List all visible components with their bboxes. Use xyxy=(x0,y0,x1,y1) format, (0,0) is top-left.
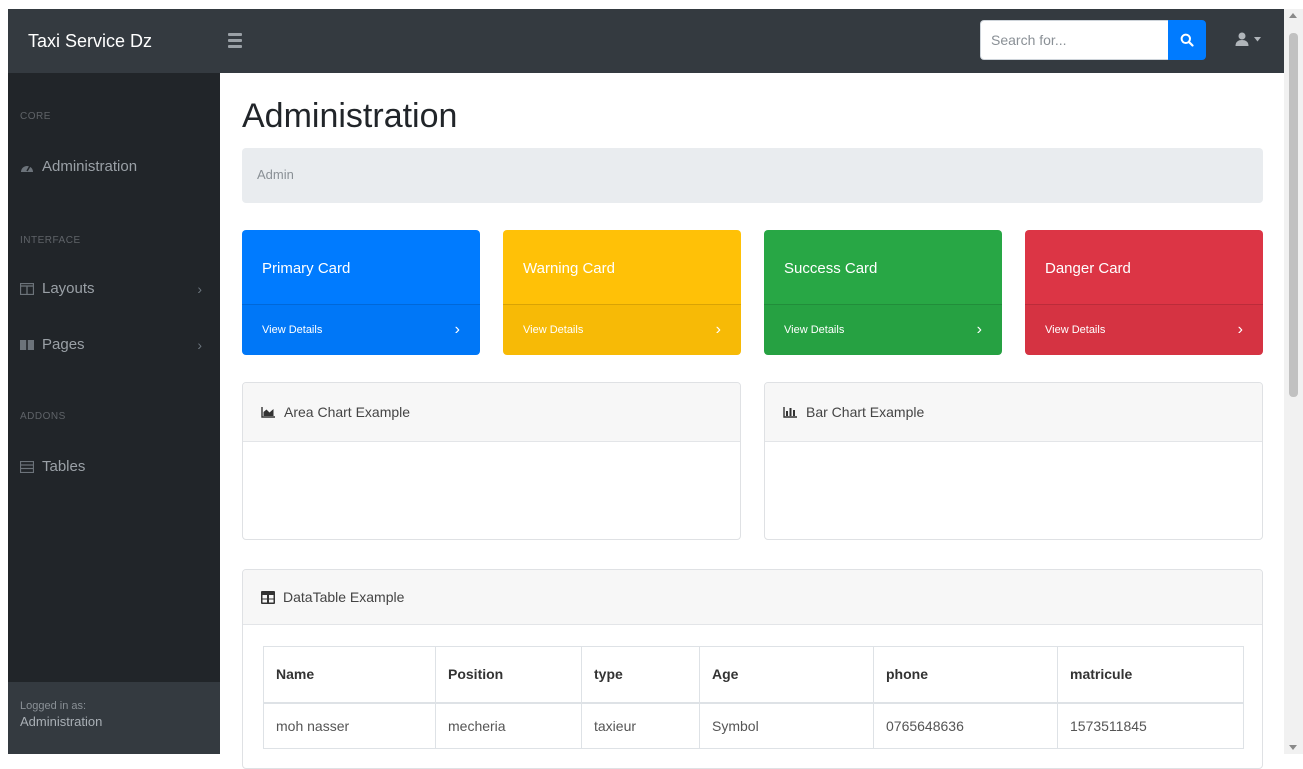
data-table: Name Position type Age phone matricule m… xyxy=(263,646,1244,749)
table-cell-matricule: 1573511845 xyxy=(1057,702,1244,749)
table-cell-position: mecheria xyxy=(435,702,582,749)
chevron-right-icon: › xyxy=(976,321,982,338)
bar-chart-title: Bar Chart Example xyxy=(806,404,925,420)
bar-chart-card: Bar Chart Example xyxy=(764,382,1263,540)
view-details-link[interactable]: View Details › xyxy=(503,304,741,355)
search-input[interactable] xyxy=(980,20,1168,60)
chevron-right-icon: › xyxy=(197,280,202,297)
scroll-up-arrow-icon[interactable] xyxy=(1289,13,1297,18)
card-title: Danger Card xyxy=(1045,260,1131,277)
warning-card: Warning Card View Details › xyxy=(503,230,741,355)
danger-card: Danger Card View Details › xyxy=(1025,230,1263,355)
column-header-phone[interactable]: phone xyxy=(873,646,1058,704)
view-details-label: View Details xyxy=(1045,324,1106,336)
card-title: Success Card xyxy=(784,260,878,277)
main-content: Administration Admin Primary Card View D… xyxy=(220,73,1284,769)
datatable-header: DataTable Example xyxy=(243,570,1262,625)
column-header-type[interactable]: type xyxy=(581,646,700,704)
table-cell-age: Symbol xyxy=(699,702,874,749)
search-icon xyxy=(1180,33,1194,47)
scroll-down-arrow-icon[interactable] xyxy=(1289,745,1297,750)
user-icon xyxy=(1235,32,1249,46)
breadcrumb: Admin xyxy=(242,148,1263,203)
book-open-icon xyxy=(20,339,34,350)
datatable-card: DataTable Example Name Position type Age… xyxy=(242,569,1263,769)
table-header-row: Name Position type Age phone matricule xyxy=(263,646,1244,704)
sidebar-item-pages[interactable]: Pages › xyxy=(20,336,212,353)
vertical-scrollbar[interactable] xyxy=(1284,9,1303,754)
sidebar-footer: Logged in as: Administration xyxy=(8,682,220,754)
top-navbar: Taxi Service Dz xyxy=(8,9,1284,73)
area-chart-header: Area Chart Example xyxy=(243,383,740,442)
breadcrumb-item-admin: Admin xyxy=(257,167,294,182)
page-title: Administration xyxy=(242,97,458,135)
browser-viewport: Taxi Service Dz Core xyxy=(0,0,1303,769)
primary-card: Primary Card View Details › xyxy=(242,230,480,355)
card-title: Warning Card xyxy=(523,260,615,277)
search-button[interactable] xyxy=(1168,20,1206,60)
datatable-title: DataTable Example xyxy=(283,589,405,605)
sidebar: Core Administration Interface Layouts › xyxy=(8,73,220,754)
column-header-age[interactable]: Age xyxy=(699,646,874,704)
scrollbar-thumb[interactable] xyxy=(1289,33,1298,397)
sidebar-item-tables[interactable]: Tables xyxy=(20,458,212,475)
logged-in-label: Logged in as: xyxy=(20,700,87,712)
table-icon xyxy=(261,590,275,604)
logged-in-user: Administration xyxy=(20,714,103,729)
sidebar-heading-interface: Interface xyxy=(20,235,81,246)
sidebar-item-label: Pages xyxy=(42,336,85,353)
table-icon xyxy=(20,460,34,473)
chevron-right-icon: › xyxy=(454,321,460,338)
chevron-right-icon: › xyxy=(1237,321,1243,338)
sidebar-heading-addons: Addons xyxy=(20,411,66,422)
column-header-name[interactable]: Name xyxy=(263,646,436,704)
view-details-label: View Details xyxy=(262,324,323,336)
table-cell-type: taxieur xyxy=(581,702,700,749)
sidebar-item-label: Layouts xyxy=(42,280,95,297)
success-card: Success Card View Details › xyxy=(764,230,1002,355)
card-title: Primary Card xyxy=(262,260,351,277)
column-header-matricule[interactable]: matricule xyxy=(1057,646,1244,704)
caret-down-icon xyxy=(1254,36,1261,41)
search-form xyxy=(980,20,1206,60)
view-details-link[interactable]: View Details › xyxy=(764,304,1002,355)
column-header-position[interactable]: Position xyxy=(435,646,582,704)
view-details-label: View Details xyxy=(784,324,845,336)
sidebar-item-layouts[interactable]: Layouts › xyxy=(20,280,212,297)
sidebar-item-label: Tables xyxy=(42,458,86,475)
columns-icon xyxy=(20,282,34,295)
chart-area-icon xyxy=(261,407,275,418)
view-details-link[interactable]: View Details › xyxy=(242,304,480,355)
bar-chart-header: Bar Chart Example xyxy=(765,383,1262,442)
view-details-link[interactable]: View Details › xyxy=(1025,304,1263,355)
chevron-right-icon: › xyxy=(197,336,202,353)
area-chart-title: Area Chart Example xyxy=(284,404,411,420)
area-chart-card: Area Chart Example xyxy=(242,382,741,540)
tachometer-icon xyxy=(21,165,33,172)
table-cell-phone: 0765648636 xyxy=(873,702,1058,749)
chevron-right-icon: › xyxy=(715,321,721,338)
user-dropdown-toggle[interactable] xyxy=(1234,31,1261,47)
sidebar-heading-core: Core xyxy=(20,111,51,122)
table-cell-name: moh nasser xyxy=(263,702,436,749)
sidebar-item-label: Administration xyxy=(42,158,138,175)
chart-bar-icon xyxy=(783,407,797,418)
table-row: moh nasser mecheria taxieur Symbol 07656… xyxy=(263,702,1244,749)
bars-icon[interactable] xyxy=(228,33,242,49)
view-details-label: View Details xyxy=(523,324,584,336)
sidebar-item-administration[interactable]: Administration xyxy=(20,158,212,175)
brand-title[interactable]: Taxi Service Dz xyxy=(8,31,220,52)
